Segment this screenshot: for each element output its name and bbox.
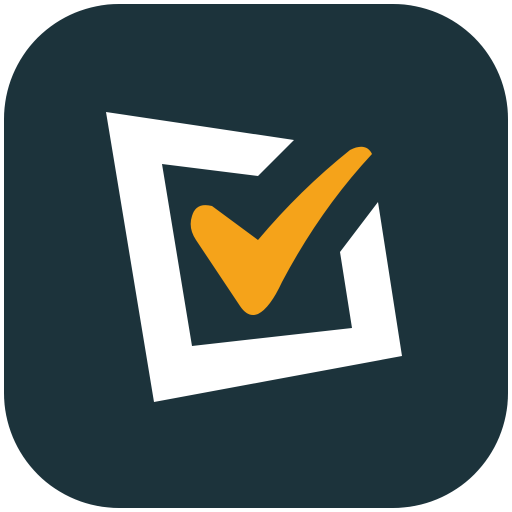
app-icon xyxy=(4,4,508,508)
app-icon-canvas xyxy=(0,0,512,512)
